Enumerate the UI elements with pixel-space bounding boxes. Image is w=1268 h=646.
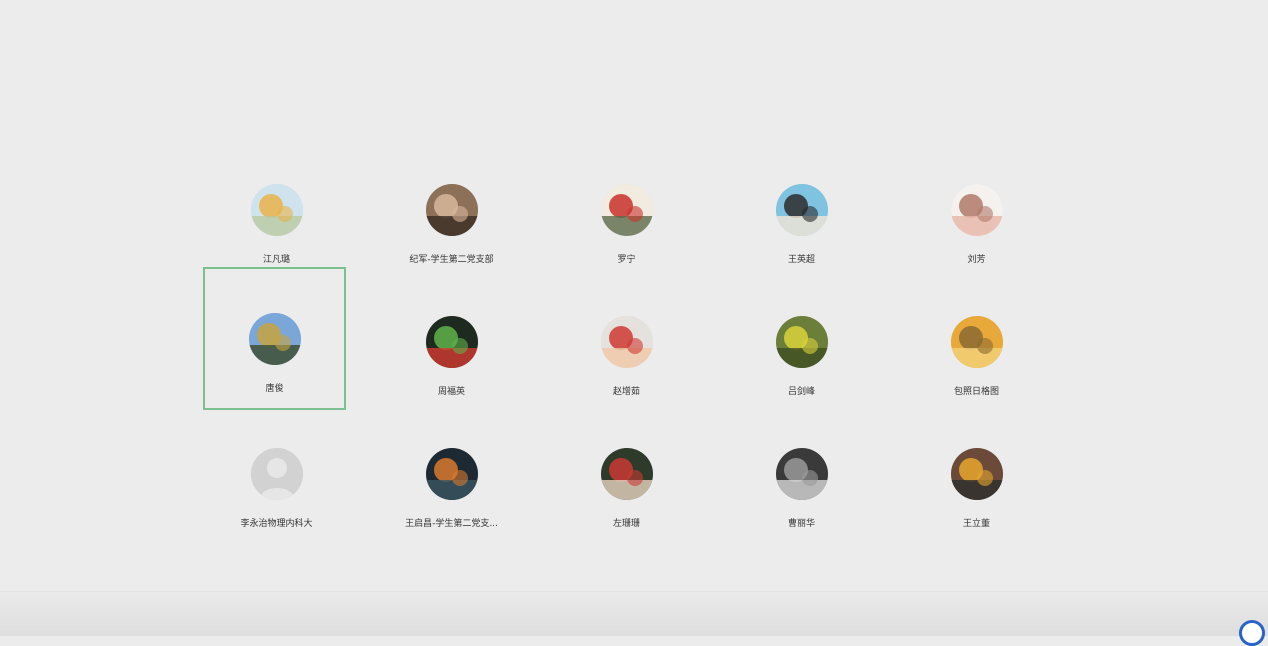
cartoon-photographer-avatar (775, 184, 828, 236)
contact-tile[interactable]: 王英超 (714, 165, 889, 297)
golden-horse-avatar (950, 316, 1003, 368)
contact-tile[interactable]: 唐俊 (203, 267, 346, 410)
contact-grid: 江凡璐 纪军-学生第二党支部 罗宁 王英超 刘芳 唐俊 周福英 赵增茹 吕剑峰 … (189, 165, 1064, 561)
chinese-painting-avatar (600, 184, 653, 236)
contact-tile[interactable]: 李永治物理内科大 (189, 429, 364, 561)
contact-name: 罗宁 (617, 255, 636, 265)
contact-tile[interactable]: 王立董 (889, 429, 1064, 561)
browser-icon[interactable] (1239, 620, 1265, 646)
contact-name: 唐俊 (265, 384, 284, 394)
contact-tile[interactable]: 纪军-学生第二党支部 (364, 165, 539, 297)
contact-name: 周福英 (437, 387, 465, 397)
contact-tile[interactable]: 曹丽华 (714, 429, 889, 561)
contact-tile[interactable]: 刘芳 (889, 165, 1064, 297)
contact-name: 王启昌-学生第二党支... (405, 519, 498, 529)
rapeseed-field-avatar (775, 316, 828, 368)
contact-tile[interactable]: 周福英 (364, 297, 539, 429)
child-photo-avatar (600, 316, 653, 368)
cartoon-bear-avatar (950, 184, 1003, 236)
contact-name: 包照日格图 (953, 387, 999, 397)
sunflower-girl-avatar (250, 184, 303, 236)
contact-name: 王立董 (962, 519, 990, 529)
contact-tile[interactable]: 包照日格图 (889, 297, 1064, 429)
contact-name: 王英超 (787, 255, 815, 265)
contact-name: 曹丽华 (787, 519, 815, 529)
contact-tile[interactable]: 王启昌-学生第二党支... (364, 429, 539, 561)
contact-tile[interactable]: 吕剑峰 (714, 297, 889, 429)
contact-name: 吕剑峰 (787, 387, 815, 397)
woman-bw-avatar (775, 448, 828, 500)
contact-name: 纪军-学生第二党支部 (409, 255, 494, 265)
green-plush-avatar (425, 316, 478, 368)
contact-tile[interactable]: 左珊珊 (539, 429, 714, 561)
contact-tile[interactable]: 罗宁 (539, 165, 714, 297)
man-portrait-avatar (425, 184, 478, 236)
tunnel-light-avatar (425, 448, 478, 500)
contact-name: 刘芳 (967, 255, 986, 265)
default-person-avatar (250, 448, 303, 500)
contact-name: 左珊珊 (612, 519, 640, 529)
mountain-landscape-avatar (248, 313, 301, 365)
contact-name: 李永治物理内科大 (240, 519, 313, 529)
bottom-bar (0, 591, 1268, 646)
red-flower-avatar (600, 448, 653, 500)
sunflower-bouquet-avatar (950, 448, 1003, 500)
contact-name: 赵增茹 (612, 387, 640, 397)
contact-name: 江凡璐 (262, 255, 290, 265)
contact-tile[interactable]: 赵增茹 (539, 297, 714, 429)
